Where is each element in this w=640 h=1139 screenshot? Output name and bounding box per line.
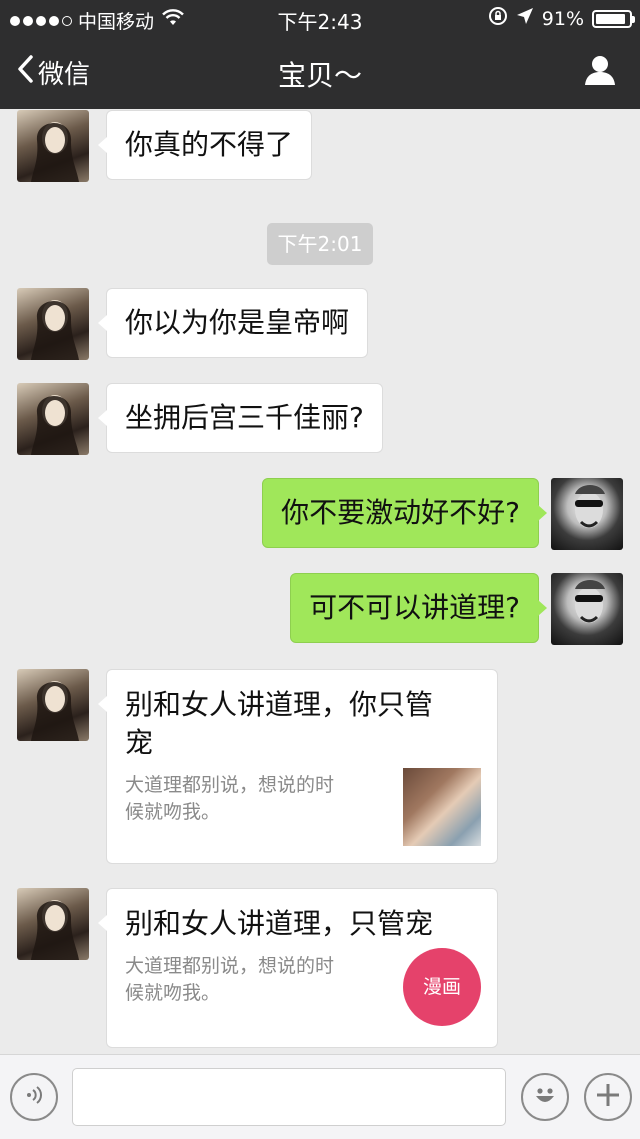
link-card[interactable]: 别和女人讲道理，你只管 宠 大道理都别说，想说的时 候就吻我。 xyxy=(98,669,498,864)
person-icon xyxy=(584,56,616,90)
message-bubble-sent[interactable]: 可不可以讲道理? xyxy=(290,573,547,643)
emoji-icon xyxy=(529,1079,561,1115)
add-button[interactable] xyxy=(584,1073,632,1121)
link-card-description: 大道理都别说，想说的时 候就吻我。 xyxy=(125,774,335,823)
location-icon xyxy=(516,7,534,30)
message-input[interactable] xyxy=(72,1068,506,1126)
contact-avatar[interactable] xyxy=(17,888,89,960)
voice-icon xyxy=(22,1083,46,1111)
chat-title: 宝贝～ xyxy=(277,59,362,92)
comic-badge: 漫画 xyxy=(403,948,481,1026)
my-avatar[interactable] xyxy=(551,573,623,645)
link-card-thumbnail xyxy=(403,768,481,846)
plus-icon xyxy=(594,1081,622,1113)
input-bar xyxy=(0,1054,640,1139)
contact-avatar[interactable] xyxy=(17,669,89,741)
orientation-lock-icon xyxy=(488,6,508,31)
link-card-title: 别和女人讲道理，你只管 宠 xyxy=(125,688,434,759)
chat-info-button[interactable] xyxy=(584,54,616,90)
emoji-button[interactable] xyxy=(521,1073,569,1121)
chat-messages[interactable]: 你真的不得了 下午2:01 你以为你是皇帝啊 坐拥后宫三千佳丽? 你不要激动好不… xyxy=(0,109,640,1054)
battery-icon xyxy=(592,9,635,28)
message-bubble[interactable]: 你以为你是皇帝啊 xyxy=(97,288,369,358)
contact-avatar[interactable] xyxy=(17,288,89,360)
status-right: 91% xyxy=(488,6,635,31)
message-bubble[interactable]: 你真的不得了 xyxy=(97,110,313,180)
contact-avatar[interactable] xyxy=(17,383,89,455)
nav-bar: 微信 宝贝～ xyxy=(0,36,640,109)
my-avatar[interactable] xyxy=(551,478,623,550)
contact-avatar[interactable] xyxy=(17,110,89,182)
link-card-title: 别和女人讲道理，只管宠 xyxy=(125,907,434,940)
message-bubble[interactable]: 坐拥后宫三千佳丽? xyxy=(98,383,383,453)
voice-button[interactable] xyxy=(10,1073,58,1121)
link-card-description: 大道理都别说，想说的时 候就吻我。 xyxy=(125,955,335,1004)
link-card[interactable]: 别和女人讲道理，只管宠 大道理都别说，想说的时 候就吻我。 漫画 xyxy=(98,888,498,1048)
timestamp: 下午2:01 xyxy=(267,223,373,265)
battery-percent: 91% xyxy=(541,7,584,30)
message-bubble-sent[interactable]: 你不要激动好不好? xyxy=(262,478,547,548)
status-bar: 中国移动 下午2:43 91% xyxy=(0,0,640,36)
